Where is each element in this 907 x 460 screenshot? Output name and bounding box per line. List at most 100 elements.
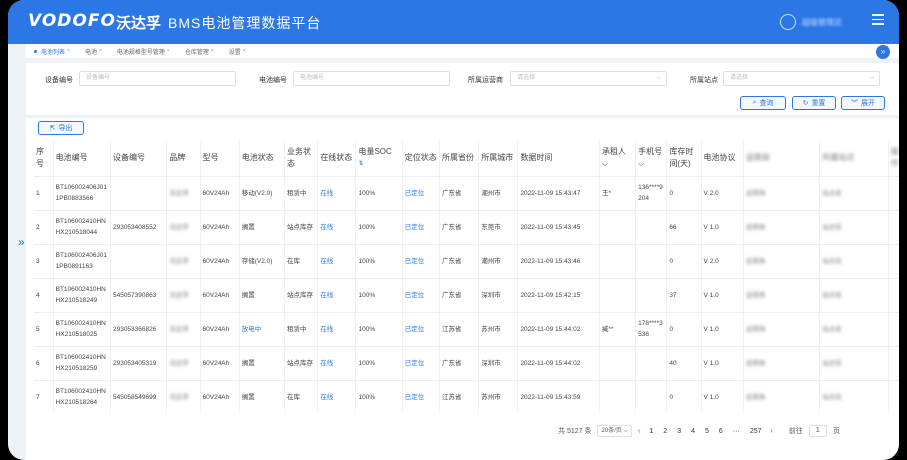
column-header: 电池编号 bbox=[53, 140, 111, 176]
close-icon[interactable]: × bbox=[67, 48, 70, 54]
tab-label: 电池 bbox=[84, 49, 97, 56]
page-size-select[interactable]: 20条/页 ⌵ bbox=[597, 425, 633, 437]
filter-panel: 设备编号 设备编号 电池编号 电池编号 所属运营商 请选择 ⌵ 所属站点 请选择… bbox=[26, 63, 899, 115]
page-number[interactable]: 1 bbox=[646, 428, 656, 435]
goto-page-input[interactable]: 1 bbox=[808, 425, 827, 437]
cell-site: 站点名 bbox=[819, 277, 889, 312]
cell-actions[interactable] bbox=[888, 277, 899, 312]
province-value: 江苏省 bbox=[441, 325, 462, 333]
status-value: 放电中 bbox=[241, 325, 262, 333]
column-header[interactable]: 电量SOC ⇅ bbox=[355, 140, 403, 176]
cell-battery: BT106002406J011PB0883566 bbox=[53, 175, 111, 210]
stock-value: 37 bbox=[669, 291, 677, 299]
status-value: 搁置 bbox=[241, 359, 255, 367]
table-row[interactable]: 3 BT106002406J011PB0891163 沃达孚 60V24Ah 存储(V2… bbox=[34, 243, 899, 278]
table-row[interactable]: 1 BT106002406J011PB0883566 沃达孚 60V24Ah 移动(V2… bbox=[34, 175, 899, 210]
tab-item[interactable]: 电池规格型号管理 × bbox=[117, 47, 170, 56]
device-no-input[interactable]: 设备编号 bbox=[79, 71, 236, 86]
reset-button[interactable]: ↻ 重置 bbox=[792, 96, 836, 110]
close-icon[interactable]: × bbox=[211, 48, 214, 54]
time-value: 2022-11-09 15:43:45 bbox=[520, 223, 581, 231]
column-header[interactable]: 手机号 ⌵ bbox=[635, 140, 668, 176]
page-number[interactable]: 3 bbox=[674, 428, 684, 435]
city-value: 深圳市 bbox=[481, 291, 501, 299]
tab-item[interactable]: 电池 × bbox=[85, 47, 102, 56]
close-icon[interactable]: × bbox=[167, 48, 170, 54]
cell-actions[interactable] bbox=[888, 345, 899, 380]
filter-caret-icon[interactable]: ⌵ bbox=[602, 159, 608, 168]
cell-actions[interactable] bbox=[888, 175, 899, 210]
table-row[interactable]: 2 BT106002410HNHX210518044 293053408552 沃达孚… bbox=[34, 209, 899, 244]
tab-item[interactable]: 电池列表 × bbox=[34, 47, 70, 56]
cell-city: 潮州市 bbox=[478, 243, 519, 278]
soc-value: 100% bbox=[358, 189, 376, 197]
cell-biz: 在库 bbox=[284, 243, 319, 278]
cell-op: 运营商 bbox=[743, 243, 821, 278]
expand-sidebar-icon[interactable]: » bbox=[18, 235, 25, 249]
app-title: BMS电池管理数据平台 bbox=[168, 15, 322, 31]
cell-battery: BT106002410HNHX210518025 bbox=[53, 311, 111, 346]
cell-no: 2 bbox=[34, 209, 54, 244]
hamburger-menu-icon[interactable] bbox=[872, 14, 884, 26]
expand-button[interactable]: ︾ 展开 bbox=[841, 96, 885, 110]
cell-status: 搁置 bbox=[239, 277, 286, 312]
biz-value: 在库 bbox=[287, 393, 301, 401]
query-button[interactable]: ⌕ 查询 bbox=[740, 96, 786, 110]
table-row[interactable]: 5 BT106002410HNHX210518025 293053366826 沃达孚… bbox=[34, 311, 899, 346]
operator-select[interactable]: 请选择 ⌵ bbox=[510, 71, 667, 86]
export-button[interactable]: ⇱ 导出 bbox=[38, 121, 84, 135]
site-select[interactable]: 请选择 ⌵ bbox=[723, 71, 880, 86]
no-value: 5 bbox=[36, 325, 40, 333]
page-number[interactable]: 2 bbox=[660, 428, 670, 435]
model-value: 60V24Ah bbox=[202, 223, 230, 231]
tab-item[interactable]: 设置 × bbox=[229, 47, 246, 56]
cell-online: 在线 bbox=[317, 345, 357, 380]
column-header-label: 操作 bbox=[890, 146, 899, 168]
column-header[interactable]: 承租人 ⌵ bbox=[599, 140, 637, 176]
page-number[interactable]: ··· bbox=[730, 428, 743, 435]
device-value: 293053405319 bbox=[112, 359, 157, 367]
page-number[interactable]: 257 bbox=[747, 428, 765, 435]
table-row[interactable]: 4 BT106002410HNHX210518249 545057390863 沃达孚… bbox=[34, 277, 899, 312]
collapse-toggle-button[interactable]: » bbox=[876, 45, 890, 59]
cell-province: 广东省 bbox=[439, 209, 480, 244]
cell-model: 60V24Ah bbox=[200, 311, 240, 346]
next-page-icon[interactable]: › bbox=[771, 428, 773, 435]
cell-model: 60V24Ah bbox=[200, 209, 240, 244]
column-header-label: 在线状态 bbox=[320, 152, 353, 162]
table-row[interactable]: 6 BT106002410HNHX210518259 293053405319 沃达孚… bbox=[34, 345, 899, 380]
proto-value: V 1.0 bbox=[703, 393, 719, 401]
cell-stock: 0 bbox=[666, 175, 702, 210]
cell-actions[interactable] bbox=[888, 209, 899, 244]
site-label: 所属站点 bbox=[690, 77, 718, 84]
table-row[interactable]: 7 BT106002410HNHX210518264 545058549699 沃达孚… bbox=[34, 379, 899, 414]
prev-page-icon[interactable]: ‹ bbox=[638, 428, 640, 435]
battery-no-input[interactable]: 电池编号 bbox=[293, 71, 450, 86]
cell-actions[interactable] bbox=[888, 311, 899, 346]
cell-actions[interactable] bbox=[888, 243, 899, 278]
close-icon[interactable]: × bbox=[243, 48, 246, 54]
column-header-label: 承租人 bbox=[601, 146, 626, 156]
cell-proto: V 1.0 bbox=[701, 379, 744, 414]
pagination: 共 5127 条 20条/页 ⌵ ‹ 1 2 3 4 5 6 ··· 257 › 前往 1 页 bbox=[558, 424, 840, 438]
column-header: 所属省份 bbox=[439, 140, 480, 176]
user-menu[interactable]: 超级管理员 bbox=[780, 14, 842, 30]
page-number[interactable]: 6 bbox=[716, 428, 726, 435]
cell-online: 在线 bbox=[317, 209, 357, 244]
column-header-label: 电量SOC bbox=[358, 146, 392, 156]
cell-actions[interactable] bbox=[888, 379, 899, 414]
cell-phone: 136****9204 bbox=[635, 175, 668, 210]
close-icon[interactable]: × bbox=[99, 48, 102, 54]
page-number[interactable]: 5 bbox=[702, 428, 712, 435]
cell-status: 存储(V2.0) bbox=[239, 243, 286, 278]
province-value: 广东省 bbox=[441, 257, 462, 265]
cell-online: 在线 bbox=[317, 311, 357, 346]
page-number[interactable]: 4 bbox=[688, 428, 698, 435]
column-header-label: 型号 bbox=[202, 152, 219, 162]
sort-icon[interactable]: ⇅ bbox=[358, 158, 399, 170]
filter-caret-icon[interactable]: ⌵ bbox=[638, 159, 644, 168]
column-header-label: 所属城市 bbox=[481, 152, 514, 162]
cell-renter bbox=[599, 277, 637, 312]
tab-item[interactable]: 仓库管理 × bbox=[185, 47, 214, 56]
loc-value: 已定位 bbox=[404, 291, 425, 299]
